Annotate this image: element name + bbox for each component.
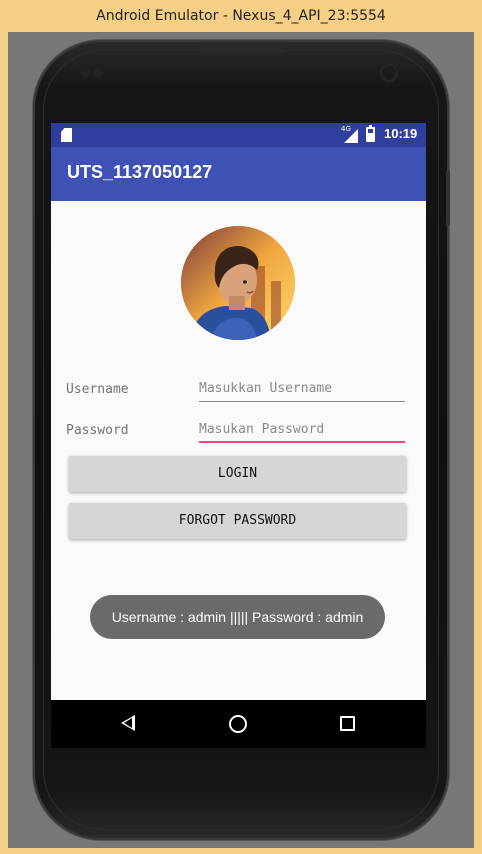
back-icon[interactable]: [121, 715, 135, 731]
forgot-password-button[interactable]: FORGOT PASSWORD: [69, 503, 406, 539]
earpiece-speaker: [198, 44, 284, 54]
app-bar: UTS_1137050127: [51, 147, 426, 201]
recents-icon[interactable]: [340, 716, 355, 731]
device-screen: 4G 10:19 UTS_1137050127 Username Masukka…: [51, 123, 426, 748]
status-bar: 4G 10:19: [51, 123, 426, 147]
home-icon[interactable]: [229, 715, 247, 733]
proximity-sensor: [80, 68, 90, 78]
battery-icon: [366, 125, 375, 142]
window-title: Android Emulator - Nexus_4_API_23:5554: [96, 8, 386, 24]
front-camera: [382, 66, 396, 80]
network-type: 4G: [341, 125, 351, 133]
app-title: UTS_1137050127: [67, 162, 213, 182]
login-button[interactable]: LOGIN: [69, 456, 406, 492]
navigation-bar: [51, 700, 426, 748]
status-time: 10:19: [384, 126, 418, 141]
light-sensor: [93, 68, 103, 78]
power-button[interactable]: [446, 170, 450, 226]
avatar-illustration: [181, 226, 295, 340]
username-input[interactable]: [199, 378, 405, 402]
password-label: Password: [66, 423, 129, 438]
sd-card-icon: [61, 128, 72, 142]
username-label: Username: [66, 382, 129, 397]
toast-message: Username : admin ||||| Password : admin: [90, 595, 385, 639]
password-input[interactable]: [199, 419, 405, 443]
profile-avatar: [181, 226, 295, 340]
